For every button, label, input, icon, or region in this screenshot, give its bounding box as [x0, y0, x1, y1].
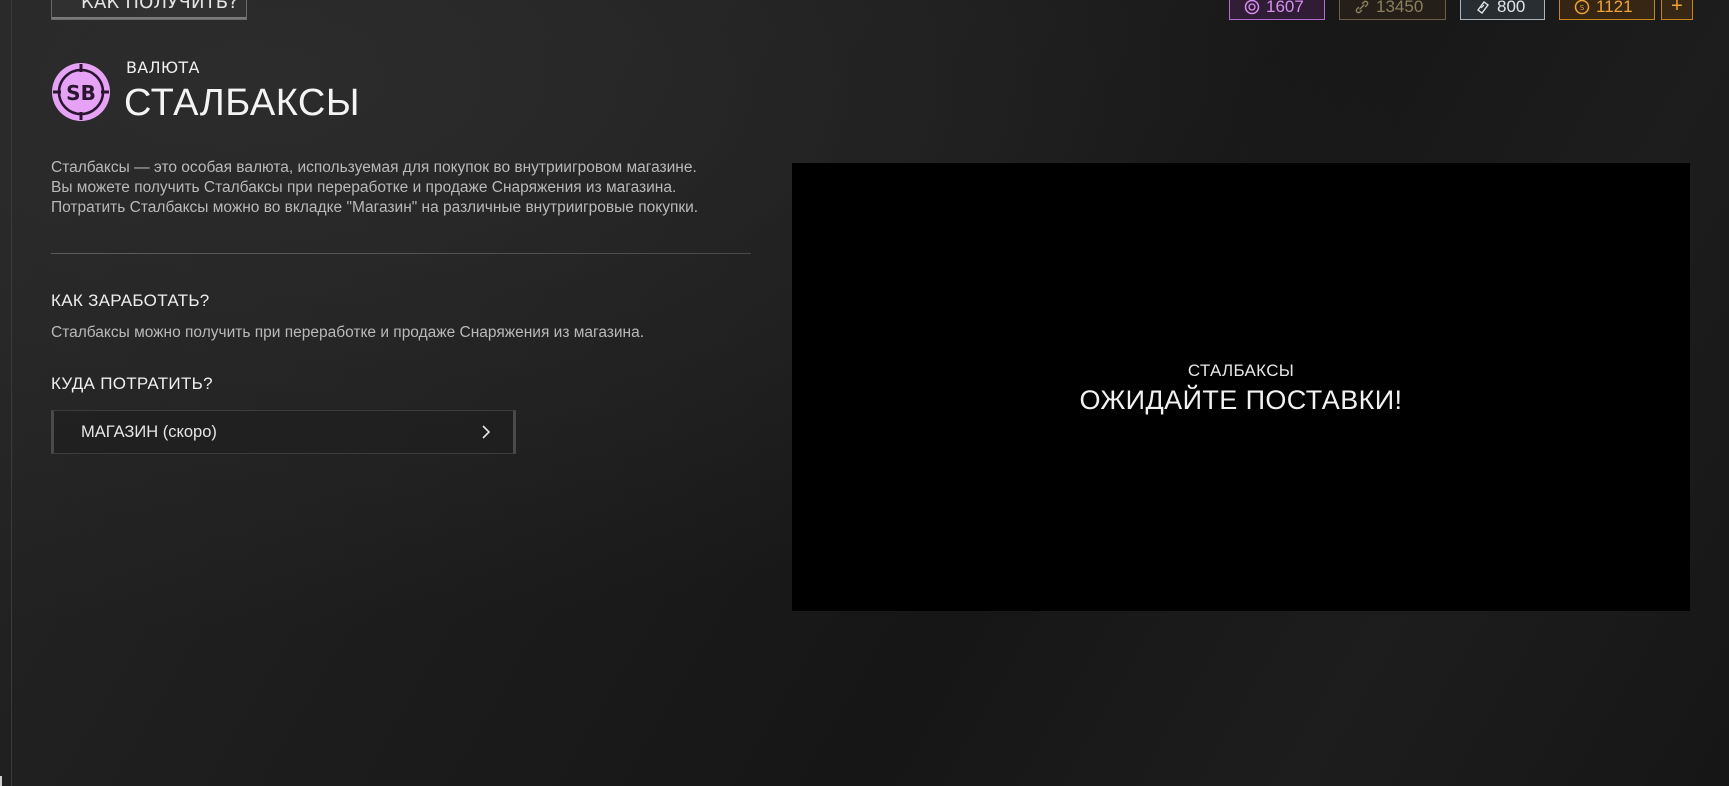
- section-divider: [51, 253, 751, 254]
- add-currency-button[interactable]: +: [1661, 0, 1693, 20]
- preview-panel: СТАЛБАКСЫ ОЖИДАЙТЕ ПОСТАВКИ!: [792, 163, 1690, 611]
- description-line: Потратить Сталбаксы можно во вкладке "Ма…: [51, 199, 699, 216]
- currency-value: 1121: [1596, 0, 1633, 16]
- stalbucks-badge-icon: SB: [51, 62, 111, 122]
- how-to-get-button[interactable]: КАК ПОЛУЧИТЬ?: [51, 0, 247, 20]
- link-icon: [1354, 0, 1370, 15]
- currency-info-page: КАК ПОЛУЧИТЬ? 1607 13450 800 S 1121 + SB…: [0, 0, 1729, 786]
- svg-text:S: S: [1580, 4, 1585, 12]
- description-line: Сталбаксы — это особая валюта, используе…: [51, 159, 697, 176]
- currency-parts[interactable]: 13450: [1339, 0, 1446, 20]
- description-line: Вы можете получить Сталбаксы при перераб…: [51, 179, 677, 196]
- ticket-icon: [1475, 0, 1491, 15]
- shop-button-label: МАГАЗИН (скоро): [81, 422, 217, 441]
- badge-text: SB: [66, 81, 96, 105]
- currency-value: 13450: [1376, 0, 1424, 16]
- currency-bar: 1607 13450 800 S 1121 +: [1229, 0, 1693, 20]
- currency-tickets[interactable]: 800: [1460, 0, 1545, 20]
- spend-heading: КУДА ПОТРАТИТЬ?: [51, 374, 213, 393]
- item-description: Сталбаксы — это особая валюта, используе…: [51, 158, 751, 218]
- earn-heading: КАК ЗАРАБОТАТЬ?: [51, 291, 210, 310]
- shop-button[interactable]: МАГАЗИН (скоро): [51, 410, 516, 454]
- preview-subtitle: СТАЛБАКСЫ: [1187, 361, 1295, 380]
- stalbucks-coin-icon: [1244, 0, 1260, 15]
- gold-coin-icon: S: [1574, 0, 1590, 15]
- currency-gold[interactable]: S 1121: [1559, 0, 1655, 20]
- chevron-right-icon: [481, 425, 491, 439]
- item-category: ВАЛЮТА: [126, 58, 200, 77]
- preview-message: ОЖИДАЙТЕ ПОСТАВКИ!: [1079, 385, 1403, 415]
- currency-value: 1607: [1266, 0, 1304, 16]
- currency-stalbucks[interactable]: 1607: [1229, 0, 1325, 20]
- earn-text: Сталбаксы можно получить при переработке…: [51, 324, 645, 341]
- corner-mark: [0, 776, 2, 786]
- left-rail-divider: [11, 0, 12, 786]
- currency-value: 800: [1497, 0, 1526, 16]
- page-title: СТАЛБАКСЫ: [124, 82, 360, 124]
